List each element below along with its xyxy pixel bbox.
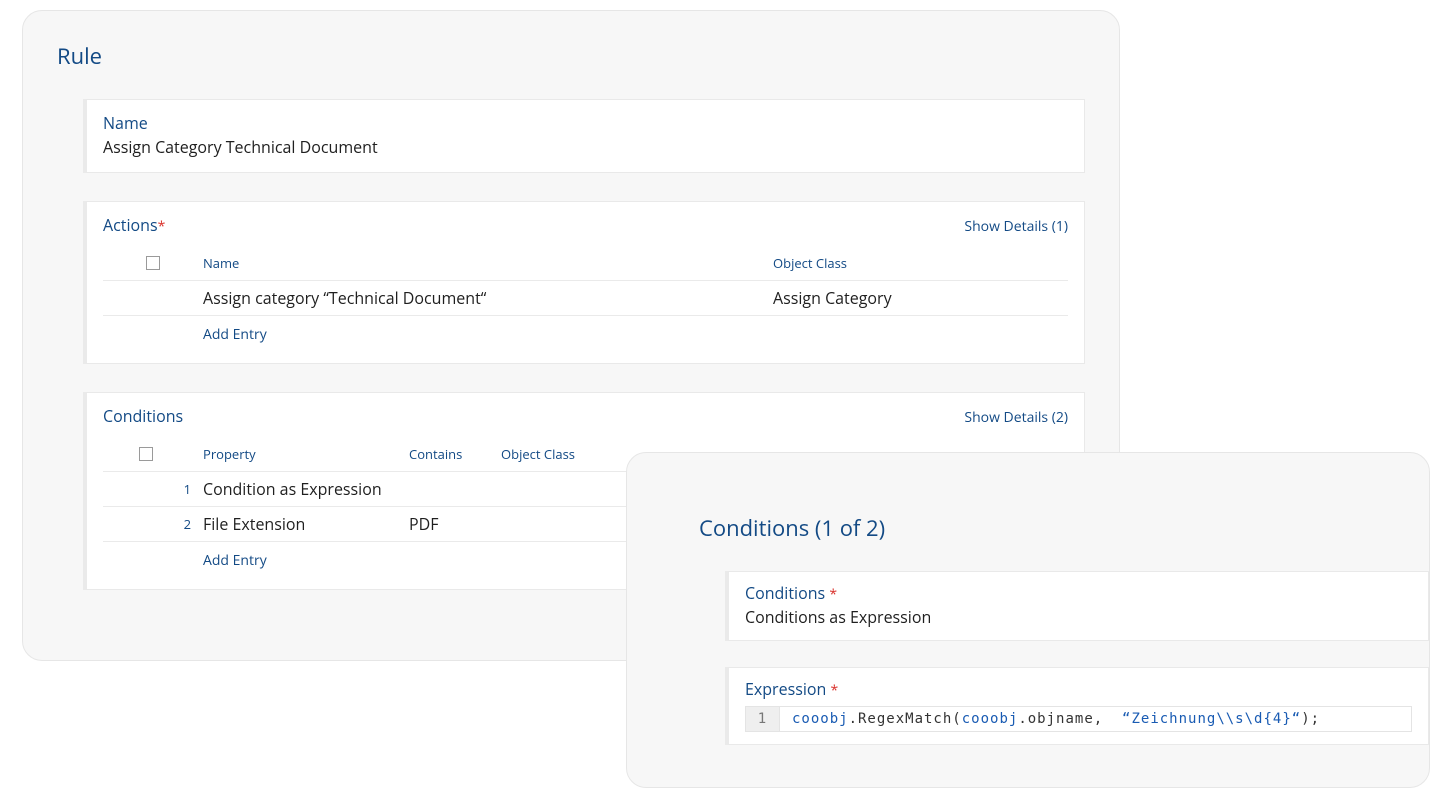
actions-title: Actions xyxy=(103,214,158,236)
table-row[interactable]: Assign category “Technical Document“ Ass… xyxy=(103,280,1068,315)
conditions-col-contains: Contains xyxy=(409,445,501,463)
cond-detail-conditions-required: * xyxy=(829,585,837,604)
conditions-show-details-link[interactable]: Show Details (2) xyxy=(964,408,1068,427)
token-cooobj: cooobj xyxy=(792,711,849,727)
conditions-detail-title: Conditions (1 of 2) xyxy=(699,513,1429,543)
conditions-title: Conditions xyxy=(103,405,183,427)
name-label: Name xyxy=(103,112,1068,134)
actions-table: Name Object Class Assign category “Techn… xyxy=(103,246,1068,349)
actions-row-name: Assign category “Technical Document“ xyxy=(203,281,773,315)
token-prop: .objname, xyxy=(1018,711,1122,727)
conditions-add-entry-link[interactable]: Add Entry xyxy=(203,543,267,574)
page-title: Rule xyxy=(57,41,1085,71)
conditions-detail-expression-panel: Expression * 1 cooobj.RegexMatch(cooobj.… xyxy=(725,667,1429,745)
cond-detail-expression-label: Expression xyxy=(745,678,830,700)
conditions-detail-conditions-panel: Conditions * Conditions as Expression xyxy=(725,571,1429,641)
token-call: .RegexMatch( xyxy=(849,711,962,727)
name-value: Assign Category Technical Document xyxy=(103,136,1068,158)
cond-detail-conditions-label: Conditions xyxy=(745,582,829,604)
conditions-row-contains xyxy=(409,483,501,495)
actions-panel: Actions* Show Details (1) Name Object Cl… xyxy=(83,201,1085,364)
conditions-row-property: Condition as Expression xyxy=(203,472,409,506)
token-string: “Zeichnung\\s\d{4}“ xyxy=(1122,711,1301,727)
conditions-row-contains: PDF xyxy=(409,507,501,541)
expression-code[interactable]: cooobj.RegexMatch(cooobj.objname, “Zeich… xyxy=(780,707,1332,731)
conditions-row-property: File Extension xyxy=(203,507,409,541)
conditions-detail-card: Conditions (1 of 2) Conditions * Conditi… xyxy=(626,452,1430,788)
row-index: 2 xyxy=(103,515,203,533)
name-panel: Name Assign Category Technical Document xyxy=(83,99,1085,173)
token-cooobj: cooobj xyxy=(962,711,1019,727)
actions-col-name: Name xyxy=(203,254,773,272)
row-index: 1 xyxy=(103,480,203,498)
actions-add-entry-link[interactable]: Add Entry xyxy=(203,317,267,348)
actions-col-object-class: Object Class xyxy=(773,254,1068,272)
actions-row-object-class: Assign Category xyxy=(773,281,1068,315)
token-end: ); xyxy=(1301,711,1320,727)
actions-required: * xyxy=(158,217,166,236)
conditions-col-property: Property xyxy=(203,445,409,463)
line-number: 1 xyxy=(746,707,780,731)
actions-select-all-checkbox[interactable] xyxy=(146,256,160,270)
expression-editor[interactable]: 1 cooobj.RegexMatch(cooobj.objname, “Zei… xyxy=(745,706,1412,732)
cond-detail-conditions-value: Conditions as Expression xyxy=(745,606,1412,628)
actions-show-details-link[interactable]: Show Details (1) xyxy=(964,217,1068,236)
conditions-select-all-checkbox[interactable] xyxy=(139,447,153,461)
cond-detail-expression-required: * xyxy=(830,681,838,700)
